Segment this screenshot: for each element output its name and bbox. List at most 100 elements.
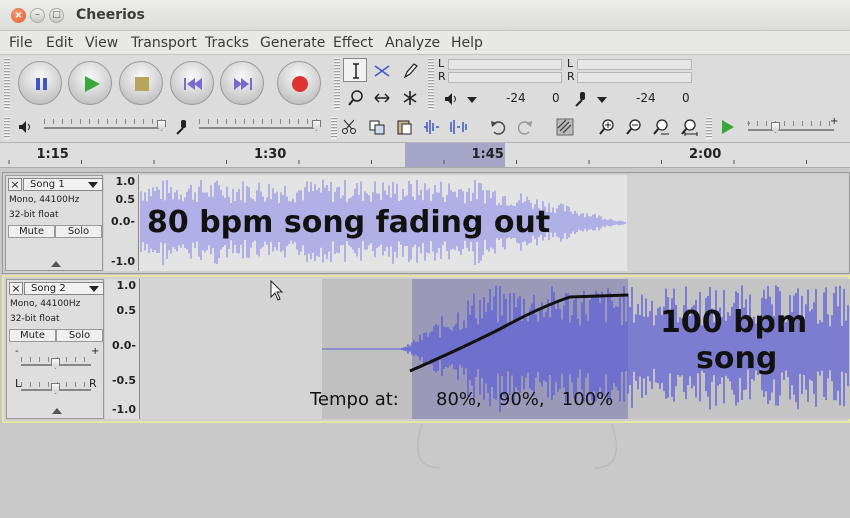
zoom-out-button[interactable] <box>623 116 645 138</box>
mixer-toolbar-grip[interactable] <box>4 117 10 139</box>
record-icon <box>292 76 308 92</box>
tools-toolbar-grip[interactable] <box>334 58 340 110</box>
record-volume-ticks <box>199 119 319 124</box>
playback-volume-slider[interactable] <box>44 127 164 129</box>
copy-button[interactable] <box>366 116 388 138</box>
play-speed-slider[interactable] <box>748 129 834 131</box>
minimize-window-button[interactable]: – <box>30 8 45 23</box>
solo-button[interactable]: Solo <box>55 225 102 238</box>
zoom-in-button[interactable] <box>596 116 618 138</box>
title-bar: × – □ Cheerios <box>0 0 850 31</box>
menu-tracks[interactable]: Tracks <box>205 35 249 51</box>
waveform-area[interactable]: 100 bpm song Tempo at: 80%, 90%, 100% <box>140 279 850 419</box>
transport-toolbar-grip[interactable] <box>4 58 10 110</box>
menu-analyze[interactable]: Analyze <box>385 35 440 51</box>
play-at-speed-grip[interactable] <box>706 117 712 139</box>
time-shift-tool[interactable] <box>369 85 393 109</box>
undo-icon <box>491 121 506 135</box>
track-name-menu[interactable]: Song 2 <box>24 282 104 295</box>
skip-to-end-button[interactable] <box>220 61 264 105</box>
trim-button[interactable] <box>420 116 442 138</box>
skip-to-end-icon <box>234 78 252 90</box>
record-volume-slider[interactable] <box>199 127 319 129</box>
trim-audio-icon <box>424 120 439 134</box>
window-title: Cheerios <box>76 7 145 23</box>
playback-meter-dropdown[interactable] <box>461 88 483 110</box>
mute-button[interactable]: Mute <box>9 329 56 342</box>
menu-bar: File Edit View Transport Tracks Generate… <box>0 31 850 55</box>
record-volume-thumb[interactable] <box>312 120 321 131</box>
meter-toolbar-grip[interactable] <box>428 58 434 110</box>
record-meter-db: -24 <box>636 91 656 105</box>
record-button[interactable] <box>277 61 321 105</box>
toolbar-area: L R L R -24 0 -24 0 + <box>0 55 850 143</box>
menu-transport[interactable]: Transport <box>131 35 197 51</box>
ruler-ticks <box>8 160 807 164</box>
playback-volume-ticks <box>44 119 164 124</box>
multi-tool[interactable] <box>397 85 421 109</box>
cut-button[interactable] <box>338 116 360 138</box>
collapse-track-icon[interactable] <box>52 408 62 414</box>
sync-lock-button[interactable] <box>554 116 576 138</box>
speed-ticks <box>748 121 834 126</box>
playback-volume-button[interactable] <box>14 116 36 138</box>
track-control-panel: × Song 1 Mono, 44100Hz 32-bit float Mute… <box>5 175 103 271</box>
gain-slider-thumb[interactable] <box>51 358 60 369</box>
scissors-icon <box>342 119 356 134</box>
menu-edit[interactable]: Edit <box>46 35 73 51</box>
play-at-speed-button[interactable] <box>716 116 738 138</box>
undo-button[interactable] <box>487 116 509 138</box>
speaker-icon <box>445 93 456 105</box>
play-button[interactable] <box>68 61 112 105</box>
record-meter-bar-left[interactable] <box>577 59 692 70</box>
playback-meter-button[interactable] <box>440 88 462 110</box>
waveform-area[interactable]: 80 bpm song fading out <box>139 175 849 271</box>
skip-to-start-button[interactable] <box>170 61 214 105</box>
play-icon <box>722 120 734 134</box>
silence-button[interactable] <box>447 116 469 138</box>
track-control-panel: × Song 2 Mono, 44100Hz 32-bit float Mute… <box>6 279 104 419</box>
menu-help[interactable]: Help <box>451 35 483 51</box>
redo-icon <box>517 121 532 135</box>
pan-slider-thumb[interactable] <box>51 383 60 394</box>
silence-audio-icon <box>450 120 467 134</box>
menu-generate[interactable]: Generate <box>260 35 325 51</box>
record-meter-dropdown[interactable] <box>591 88 613 110</box>
record-volume-button[interactable] <box>171 116 193 138</box>
record-meter-bar-right[interactable] <box>577 72 692 83</box>
maximize-window-button[interactable]: □ <box>49 8 64 23</box>
envelope-icon <box>374 65 390 77</box>
menu-effect[interactable]: Effect <box>333 35 373 51</box>
close-track-button[interactable]: × <box>9 282 23 295</box>
solo-button[interactable]: Solo <box>56 329 103 342</box>
annotation-song: song <box>696 341 778 376</box>
stop-button[interactable] <box>119 61 163 105</box>
vertical-ruler[interactable]: 1.0 0.5 0.0- -0.5 -1.0 <box>105 279 140 419</box>
record-meter-button[interactable] <box>570 88 592 110</box>
paste-button[interactable] <box>393 116 415 138</box>
playback-volume-thumb[interactable] <box>157 120 166 131</box>
pause-button[interactable] <box>18 61 62 105</box>
collapse-track-icon[interactable] <box>51 261 61 267</box>
track-name-menu[interactable]: Song 1 <box>23 178 103 191</box>
draw-tool[interactable] <box>397 58 421 82</box>
edit-toolbar-grip[interactable] <box>331 117 337 139</box>
close-window-button[interactable]: × <box>11 8 26 23</box>
scale-label: 1.0 <box>115 175 136 188</box>
mute-button[interactable]: Mute <box>8 225 55 238</box>
zoom-tool[interactable] <box>343 85 367 109</box>
record-meter-r: R <box>567 70 575 83</box>
timeline-ruler[interactable]: 1:15 1:30 1:45 2:00 <box>0 143 850 168</box>
envelope-tool[interactable] <box>369 58 393 82</box>
fit-project-button[interactable] <box>678 116 700 138</box>
vertical-ruler[interactable]: 1.0 0.5 0.0- -1.0 <box>104 175 139 271</box>
skip-to-start-icon <box>184 78 202 90</box>
menu-view[interactable]: View <box>85 35 118 51</box>
play-speed-thumb[interactable] <box>771 122 780 133</box>
menu-file[interactable]: File <box>9 35 32 51</box>
redo-button[interactable] <box>514 116 536 138</box>
close-track-button[interactable]: × <box>8 178 22 191</box>
selection-tool[interactable] <box>343 58 367 82</box>
fit-selection-button[interactable] <box>650 116 672 138</box>
track-name: Song 2 <box>31 283 66 294</box>
